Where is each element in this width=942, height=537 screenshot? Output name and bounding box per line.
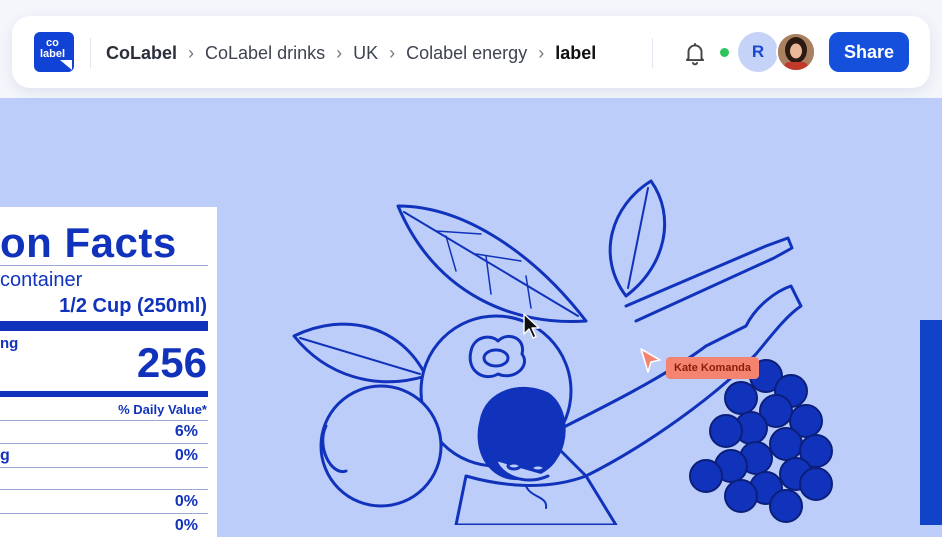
- breadcrumb-item-colabel-energy[interactable]: Colabel energy: [406, 43, 527, 64]
- serving-size: 1/2 Cup (250ml): [59, 295, 207, 317]
- divider: [0, 467, 208, 468]
- divider: [0, 513, 208, 514]
- avatar-r[interactable]: R: [738, 32, 778, 72]
- mouse-pointer-icon: [523, 313, 540, 339]
- nutrient-value: 0%: [174, 517, 198, 534]
- collaborator-name-tag: Kate Komanda: [666, 357, 760, 379]
- calories-label: ng: [0, 335, 19, 352]
- leaf-shape: [292, 322, 428, 384]
- chevron-right-icon: ›: [538, 42, 545, 63]
- chevron-right-icon: ›: [389, 42, 396, 63]
- breadcrumb-item-label[interactable]: label: [555, 43, 596, 64]
- nutrient-label: g: [0, 447, 10, 464]
- blueberry: [319, 384, 443, 508]
- person-photo-icon: [778, 34, 814, 70]
- share-button[interactable]: Share: [829, 32, 909, 72]
- logo-flag-icon: [60, 60, 72, 70]
- blueberry-crown: [468, 335, 526, 379]
- thick-rule: [0, 321, 208, 331]
- daily-value-header: % Daily Value*: [118, 402, 207, 417]
- breadcrumb: CoLabel › CoLabel drinks › UK › Colabel …: [106, 41, 596, 65]
- divider: [90, 38, 91, 68]
- nutrition-facts-panel[interactable]: on Facts container 1/2 Cup (250ml) ng 25…: [0, 207, 217, 537]
- character-head: [477, 386, 566, 481]
- top-bar: co label CoLabel › CoLabel drinks › UK ›…: [12, 16, 930, 88]
- online-status-dot: [720, 48, 729, 57]
- breadcrumb-item-uk[interactable]: UK: [353, 43, 378, 64]
- divider: [0, 489, 208, 490]
- nutrient-value: 6%: [174, 423, 198, 440]
- medium-rule: [0, 391, 208, 397]
- calories-value: 256: [136, 339, 207, 386]
- nutrient-value: 0%: [174, 447, 198, 464]
- hoodie: [454, 474, 618, 525]
- divider: [652, 38, 653, 68]
- canvas-object-edge[interactable]: [920, 320, 942, 525]
- berry-illustration[interactable]: [286, 176, 846, 525]
- nutrient-value: 0%: [174, 493, 198, 510]
- collaborator-cursor-icon: [640, 348, 661, 373]
- avatar-photo[interactable]: [776, 32, 816, 72]
- chevron-right-icon: ›: [188, 42, 195, 63]
- colabel-logo[interactable]: co label: [34, 32, 74, 72]
- logo-text-bottom: label: [40, 48, 66, 60]
- breadcrumb-item-colabel-drinks[interactable]: CoLabel drinks: [205, 43, 325, 64]
- nutrition-title: on Facts: [0, 219, 177, 266]
- bell-icon[interactable]: [682, 40, 708, 66]
- nutrient-row: g 0%: [0, 447, 208, 465]
- servings-per-container: container: [0, 269, 83, 291]
- divider: [0, 420, 208, 421]
- divider: [0, 265, 208, 266]
- chevron-right-icon: ›: [336, 42, 343, 63]
- breadcrumb-item-colabel[interactable]: CoLabel: [106, 43, 177, 64]
- divider: [0, 443, 208, 444]
